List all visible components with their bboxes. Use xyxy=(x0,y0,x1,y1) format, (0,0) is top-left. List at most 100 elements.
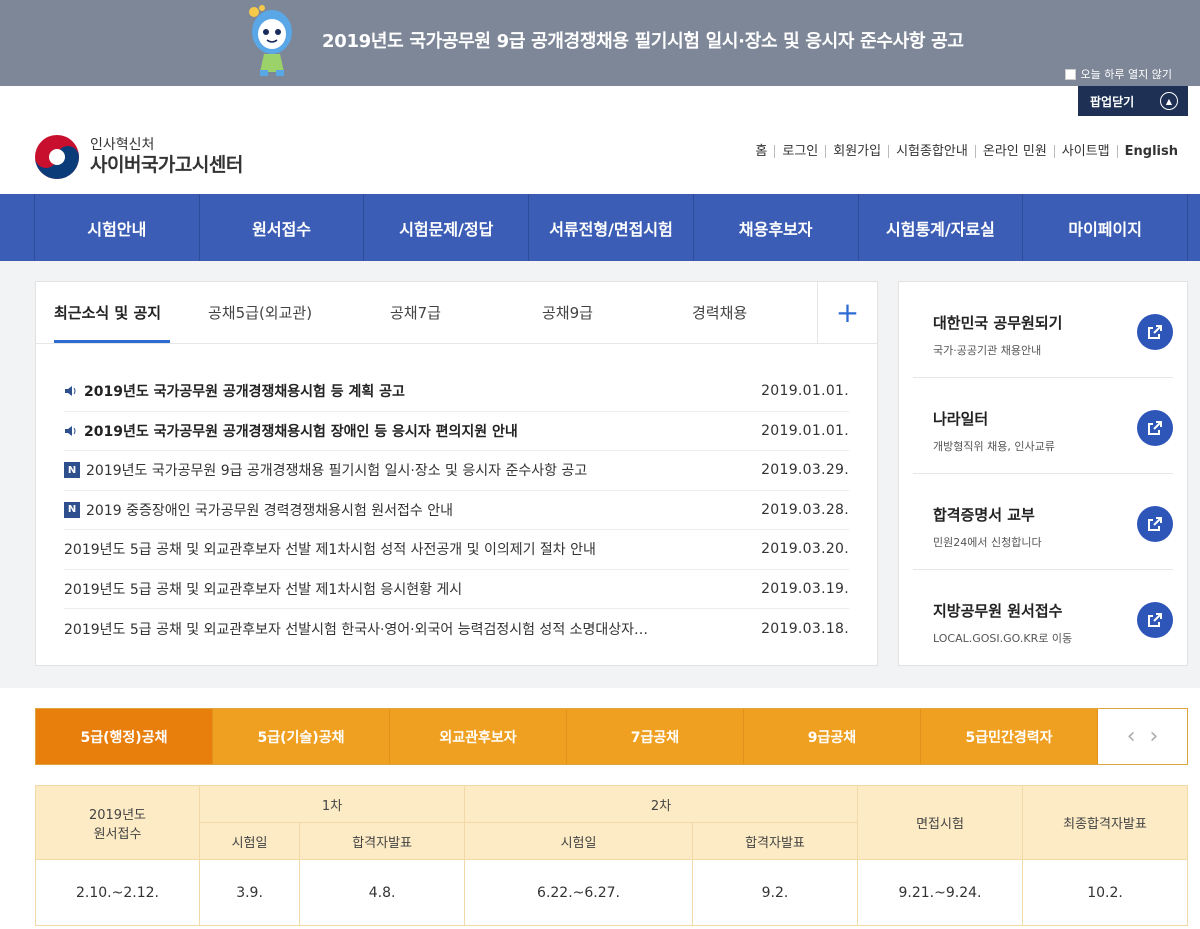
quick-link-civil-servant[interactable]: 대한민국 공무원되기 국가·공공기관 채용안내 xyxy=(913,282,1173,378)
tab-grade7-exam[interactable]: 7급공채 xyxy=(567,709,744,764)
cell-final: 10.2. xyxy=(1022,859,1188,926)
tab-career[interactable]: 경력채용 xyxy=(692,302,747,323)
list-item[interactable]: 2019년도 국가공무원 공개경쟁채용시험 장애인 등 응시자 편의지원 안내 … xyxy=(64,412,849,451)
main-navigation: 시험안내 원서접수 시험문제/정답 서류전형/면접시험 채용후보자 시험통계/자… xyxy=(0,194,1200,261)
notice-date: 2019.03.18. xyxy=(761,620,849,637)
checkbox-box[interactable] xyxy=(1064,68,1076,80)
chevron-up-icon: ▲ xyxy=(1160,92,1178,110)
list-item[interactable]: N 2019년도 국가공무원 9급 공개경쟁채용 필기시험 일시·장소 및 응시자… xyxy=(64,451,849,491)
more-plus-button[interactable]: + xyxy=(817,282,877,343)
quick-link-title: 지방공무원 원서접수 xyxy=(933,602,1063,620)
tab-grade5-admin[interactable]: 5급(행정)공채 xyxy=(36,709,213,764)
util-home-link[interactable]: 홈 xyxy=(748,145,774,158)
popup-banner[interactable]: 2019년도 국가공무원 9급 공개경쟁채용 필기시험 일시·장소 및 응시자 … xyxy=(0,0,1200,86)
cell-first-pass: 4.8. xyxy=(299,859,466,926)
cell-application: 2.10.~2.12. xyxy=(35,859,200,926)
cell-first-exam: 3.9. xyxy=(198,859,301,926)
quick-link-title: 합격증명서 교부 xyxy=(933,506,1035,524)
tab-grade5-tech[interactable]: 5급(기술)공채 xyxy=(213,709,390,764)
nav-application[interactable]: 원서접수 xyxy=(200,194,365,261)
quick-link-title: 대한민국 공무원되기 xyxy=(933,314,1063,332)
quick-links-panel: 대한민국 공무원되기 국가·공공기관 채용안내 나라일터 개방형직위 채용, 인… xyxy=(898,281,1188,666)
util-sitemap-link[interactable]: 사이트맵 xyxy=(1053,145,1117,158)
dont-open-today-checkbox[interactable]: 오늘 하루 열지 않기 xyxy=(1064,66,1172,82)
util-english-link[interactable]: English xyxy=(1116,145,1178,158)
list-item[interactable]: 2019년도 5급 공채 및 외교관후보자 선발 제1차시험 성적 사전공개 및… xyxy=(64,530,849,570)
tab-grade9[interactable]: 공채9급 xyxy=(542,302,593,323)
cell-second-exam: 6.22.~6.27. xyxy=(464,859,693,926)
tab-grade5-private[interactable]: 5급민간경력자 xyxy=(921,709,1098,764)
nav-exam-info[interactable]: 시험안내 xyxy=(35,194,200,261)
util-signup-link[interactable]: 회원가입 xyxy=(825,145,888,158)
notice-date: 2019.03.28. xyxy=(761,501,849,518)
popup-title[interactable]: 2019년도 국가공무원 9급 공개경쟁채용 필기시험 일시·장소 및 응시자 … xyxy=(322,27,964,53)
header-final-announce: 최종합격자발표 xyxy=(1022,785,1188,860)
quick-link-title: 나라일터 xyxy=(933,410,989,428)
tab-grade5-diplomat[interactable]: 공채5급(외교관) xyxy=(208,302,312,323)
tab-recent-news[interactable]: 최근소식 및 공지 xyxy=(54,302,161,323)
speaker-icon xyxy=(65,425,76,436)
external-link-icon[interactable] xyxy=(1137,314,1173,350)
util-exam-guide-link[interactable]: 시험종합안내 xyxy=(888,145,975,158)
quick-link-subtitle: LOCAL.GOSI.GO.KR로 이동 xyxy=(933,632,1073,645)
nav-mypage[interactable]: 마이페이지 xyxy=(1023,194,1189,261)
header-first-stage: 1차 xyxy=(198,785,466,823)
external-link-icon[interactable] xyxy=(1137,410,1173,446)
tab-diplomat[interactable]: 외교관후보자 xyxy=(390,709,567,764)
nav-statistics[interactable]: 시험통계/자료실 xyxy=(859,194,1024,261)
notice-title: 2019년도 5급 공채 및 외교관후보자 선발시험 한국사·영어·외국어 능력… xyxy=(64,621,649,638)
quick-link-subtitle: 민원24에서 신청합니다 xyxy=(933,536,1042,549)
quick-link-narailter[interactable]: 나라일터 개방형직위 채용, 인사교류 xyxy=(913,378,1173,474)
new-badge-icon: N xyxy=(64,501,80,518)
tab-arrows: ‹ › xyxy=(1098,709,1187,764)
notice-date: 2019.03.29. xyxy=(761,462,849,479)
util-online-civil-link[interactable]: 온라인 민원 xyxy=(974,145,1054,158)
external-link-icon[interactable] xyxy=(1137,506,1173,542)
notice-title: 2019 중증장애인 국가공무원 경력경쟁채용시험 원서접수 안내 xyxy=(86,502,453,519)
chevron-left-icon[interactable]: ‹ xyxy=(1127,724,1136,749)
plus-icon: + xyxy=(835,296,860,329)
list-item[interactable]: 2019년도 국가공무원 공개경쟁채용시험 등 계획 공고 2019.01.01… xyxy=(64,372,849,412)
header-second-stage: 2차 xyxy=(464,785,858,823)
nav-candidates[interactable]: 채용후보자 xyxy=(694,194,859,261)
cell-second-pass: 9.2. xyxy=(691,859,859,926)
notice-date: 2019.03.20. xyxy=(761,541,849,558)
chevron-right-icon[interactable]: › xyxy=(1150,724,1159,749)
exam-type-tabs: 5급(행정)공채 5급(기술)공채 외교관후보자 7급공채 9급공채 5급민간경… xyxy=(35,708,1188,765)
speaker-icon xyxy=(65,386,76,397)
notice-title: 2019년도 국가공무원 공개경쟁채용시험 등 계획 공고 xyxy=(84,384,405,401)
site-logo[interactable]: 인사혁신처 사이버국가고시센터 xyxy=(34,134,243,180)
list-item[interactable]: 2019년도 5급 공채 및 외교관후보자 선발시험 한국사·영어·외국어 능력… xyxy=(64,609,849,649)
active-tab-indicator xyxy=(54,340,170,343)
quick-link-certificate[interactable]: 합격증명서 교부 민원24에서 신청합니다 xyxy=(913,474,1173,570)
notice-date: 2019.01.01. xyxy=(761,422,849,439)
nav-questions-answers[interactable]: 시험문제/정답 xyxy=(364,194,530,261)
notice-tabs: 최근소식 및 공지 공채5급(외교관) 공채7급 공채9급 경력채용 + xyxy=(36,282,877,344)
quick-link-local-application[interactable]: 지방공무원 원서접수 LOCAL.GOSI.GO.KR로 이동 xyxy=(913,570,1173,666)
utility-menu: 홈 로그인 회원가입 시험종합안내 온라인 민원 사이트맵 English xyxy=(748,145,1178,158)
header-exam-day: 시험일 xyxy=(464,822,693,860)
site-name: 사이버국가고시센터 xyxy=(90,154,243,176)
notice-title: 2019년도 5급 공채 및 외교관후보자 선발 제1차시험 응시현황 게시 xyxy=(64,581,463,598)
tab-grade7[interactable]: 공채7급 xyxy=(390,302,441,323)
popup-close-button[interactable]: 팝업닫기 ▲ xyxy=(1078,86,1188,116)
nav-document-interview[interactable]: 서류전형/면접시험 xyxy=(529,194,694,261)
dont-open-today-label: 오늘 하루 열지 않기 xyxy=(1080,68,1172,81)
mascot-icon xyxy=(249,5,292,76)
popup-close-label: 팝업닫기 xyxy=(1090,94,1135,109)
list-item[interactable]: 2019년도 5급 공채 및 외교관후보자 선발 제1차시험 응시현황 게시 2… xyxy=(64,570,849,609)
quick-link-subtitle: 국가·공공기관 채용안내 xyxy=(933,344,1042,357)
notice-date: 2019.01.01. xyxy=(761,383,849,400)
notice-title: 2019년도 국가공무원 공개경쟁채용시험 장애인 등 응시자 편의지원 안내 xyxy=(84,423,518,440)
external-link-icon[interactable] xyxy=(1137,602,1173,638)
notice-date: 2019.03.19. xyxy=(761,580,849,597)
header-pass-announce: 합격자발표 xyxy=(299,822,466,860)
tab-grade9-exam[interactable]: 9급공채 xyxy=(744,709,921,764)
new-badge-icon: N xyxy=(64,462,80,479)
schedule-table: 2019년도 원서접수 1차 2차 면접시험 최종합격자발표 시험일 합격자발표… xyxy=(35,785,1188,926)
taegeuk-logo-icon xyxy=(35,135,79,179)
util-login-link[interactable]: 로그인 xyxy=(774,145,825,158)
header-pass-announce: 합격자발표 xyxy=(691,822,859,860)
list-item[interactable]: N 2019 중증장애인 국가공무원 경력경쟁채용시험 원서접수 안내 2019.… xyxy=(64,491,849,530)
quick-link-subtitle: 개방형직위 채용, 인사교류 xyxy=(933,440,1055,453)
